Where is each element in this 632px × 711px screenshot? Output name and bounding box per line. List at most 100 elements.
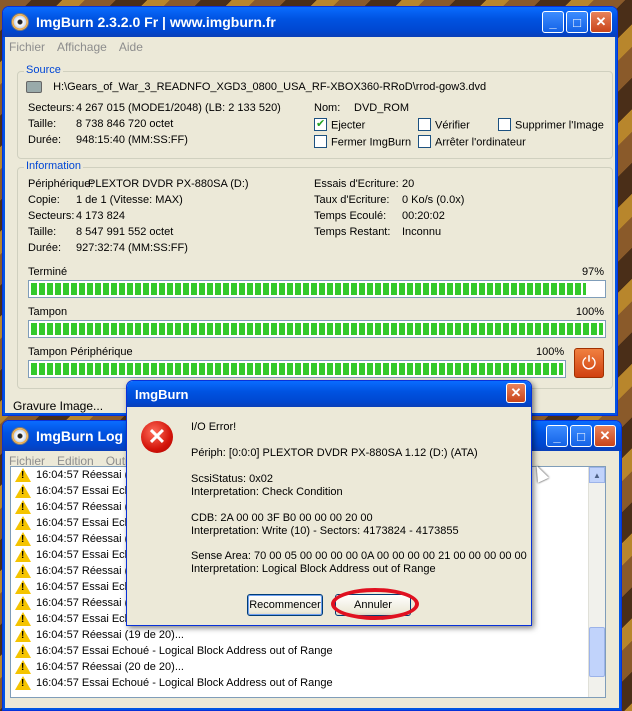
warning-icon	[15, 500, 31, 514]
restant-value: Inconnu	[402, 226, 442, 238]
dialog-line-6: Sense Area: 70 00 05 00 00 00 00 0A 00 0…	[191, 550, 527, 562]
checkbox-ejecter-box[interactable]	[314, 117, 327, 131]
log-line-text: 16:04:57 Réessai (	[36, 501, 129, 513]
warning-icon	[15, 676, 31, 690]
checkbox-verifier-label: Vérifier	[435, 119, 470, 132]
progress-tampon-bar	[28, 320, 606, 338]
progress-tampon-periph-bar	[28, 360, 566, 378]
peripherique-label: Périphérique:	[28, 178, 94, 190]
progress-termine-bar	[28, 280, 606, 298]
log-line-text: 16:04:57 Réessai (19 de 20)...	[36, 629, 184, 641]
warning-icon	[15, 532, 31, 546]
duree-label: Durée:	[28, 134, 62, 146]
log-line-text: 16:04:57 Réessai (	[36, 565, 129, 577]
info-duree-label: Durée:	[28, 242, 62, 254]
progress-termine-percent: 97%	[581, 266, 604, 278]
log-line-text: 16:04:57 Essai Ech	[36, 517, 131, 529]
checkbox-arreter-label: Arrêter l'ordinateur	[435, 136, 526, 149]
essais-value: 20	[402, 178, 415, 190]
progress-tampon-percent: 100%	[575, 306, 604, 318]
close-button[interactable]: ✕	[590, 11, 612, 33]
scroll-up-arrow[interactable]: ▲	[589, 467, 605, 483]
essais-label: Essais d'Ecriture:	[314, 178, 399, 190]
log-close-button[interactable]: ✕	[594, 425, 616, 447]
log-line: 16:04:57 Réessai (20 de 20)...	[11, 659, 605, 675]
warning-icon	[15, 612, 31, 626]
dialog-close-button[interactable]: ✕	[506, 383, 526, 403]
dialog-line-5: Interpretation: Write (10) - Sectors: 41…	[191, 525, 459, 537]
log-line-text: 16:04:57 Réessai (	[36, 469, 129, 481]
imgburn-log-icon	[11, 427, 29, 445]
status-text: Gravure Image...	[13, 399, 104, 413]
warning-icon	[15, 516, 31, 530]
checkbox-ejecter-label: Ejecter	[331, 119, 366, 132]
log-line: 16:04:57 Réessai (19 de 20)...	[11, 627, 605, 643]
checkbox-fermer-box[interactable]	[314, 135, 327, 148]
minimize-button[interactable]: _	[542, 11, 564, 33]
imgburn-disc-icon	[11, 13, 29, 31]
log-line-text: 16:04:57 Essai Echo	[36, 485, 137, 497]
info-taille-label: Taille:	[28, 226, 57, 238]
info-taille-value: 8 547 991 552 octet	[76, 226, 174, 238]
warning-icon	[15, 468, 31, 482]
io-error-dialog: ImgBurn ✕ ✕ I/O Error! Périph: [0:0:0] P…	[126, 380, 532, 626]
power-icon: ⏻	[581, 352, 597, 373]
dialog-line-4: CDB: 2A 00 00 3F B0 00 00 00 20 00	[191, 512, 373, 524]
checkbox-supprimer-label: Supprimer l'Image	[515, 119, 604, 132]
error-icon: ✕	[141, 421, 173, 453]
copie-label: Copie:	[28, 194, 60, 206]
log-line-text: 16:04:57 Réessai (	[36, 533, 129, 545]
checkbox-arreter-box[interactable]	[418, 135, 431, 148]
dialog-line-1: Périph: [0:0:0] PLEXTOR DVDR PX-880SA 1.…	[191, 447, 478, 459]
checkbox-arreter[interactable]: Arrêter l'ordinateur	[418, 135, 526, 149]
checkbox-verifier-box[interactable]	[418, 118, 431, 131]
main-titlebar[interactable]: ImgBurn 2.3.2.0 Fr | www.imgburn.fr _ □ …	[3, 7, 617, 37]
info-duree-value: 927:32:74 (MM:SS:FF)	[76, 242, 188, 254]
maximize-button[interactable]: □	[566, 11, 588, 33]
scroll-thumb[interactable]	[589, 627, 605, 677]
info-secteurs-value: 4 173 824	[76, 210, 125, 222]
main-window-title: ImgBurn 2.3.2.0 Fr | www.imgburn.fr	[36, 14, 276, 30]
warning-icon	[15, 484, 31, 498]
warning-icon	[15, 660, 31, 674]
checkbox-fermer[interactable]: Fermer ImgBurn	[314, 135, 411, 149]
warning-icon	[15, 596, 31, 610]
progress-tampon-fill	[31, 323, 603, 335]
checkbox-verifier[interactable]: Vérifier	[418, 118, 470, 132]
stop-burn-button[interactable]: ⏻	[574, 348, 604, 378]
dialog-titlebar[interactable]: ImgBurn ✕	[127, 381, 531, 407]
log-line-text: 16:04:57 Essai Echo	[36, 581, 137, 593]
checkbox-supprimer[interactable]: Supprimer l'Image	[498, 118, 604, 132]
menu-fichier[interactable]: Fichier	[9, 40, 45, 54]
menu-aide[interactable]: Aide	[119, 40, 143, 54]
log-line-text: 16:04:57 Réessai (20 de 20)...	[36, 661, 184, 673]
taux-label: Taux d'Ecriture:	[314, 194, 390, 206]
dialog-line-3: Interpretation: Check Condition	[191, 486, 343, 498]
checkbox-supprimer-box[interactable]	[498, 118, 511, 131]
log-scrollbar[interactable]: ▲	[588, 467, 605, 697]
info-secteurs-label: Secteurs:	[28, 210, 75, 222]
source-groupbox: Source H:\Gears_of_War_3_READNFO_XGD3_08…	[17, 64, 613, 159]
restant-label: Temps Restant:	[314, 226, 391, 238]
warning-icon	[15, 564, 31, 578]
log-maximize-button[interactable]: □	[570, 425, 592, 447]
progress-tampon-label: Tampon	[28, 306, 68, 318]
checkbox-ejecter[interactable]: Ejecter	[314, 117, 366, 132]
nom-label: Nom:	[314, 102, 341, 114]
warning-icon	[15, 580, 31, 594]
warning-icon	[15, 644, 31, 658]
log-minimize-button[interactable]: _	[546, 425, 568, 447]
retry-button[interactable]: Recommencer	[247, 594, 323, 616]
log-line-text: 16:04:57 Essai Ech	[36, 549, 131, 561]
information-legend: Information	[24, 160, 84, 172]
menu-affichage[interactable]: Affichage	[57, 40, 107, 54]
log-line-text: 16:04:57 Réessai (	[36, 597, 129, 609]
nom-value: DVD_ROM	[354, 102, 410, 114]
secteurs-label: Secteurs:	[28, 102, 75, 114]
progress-tampon-periph-percent: 100%	[536, 346, 565, 358]
source-path: H:\Gears_of_War_3_READNFO_XGD3_0800_USA_…	[53, 81, 487, 93]
disc-image-icon	[26, 81, 42, 94]
taille-label: Taille:	[28, 118, 57, 130]
duree-value: 948:15:40 (MM:SS:FF)	[76, 134, 188, 146]
log-line: 16:04:57 Essai Echoué - Logical Block Ad…	[11, 643, 605, 659]
